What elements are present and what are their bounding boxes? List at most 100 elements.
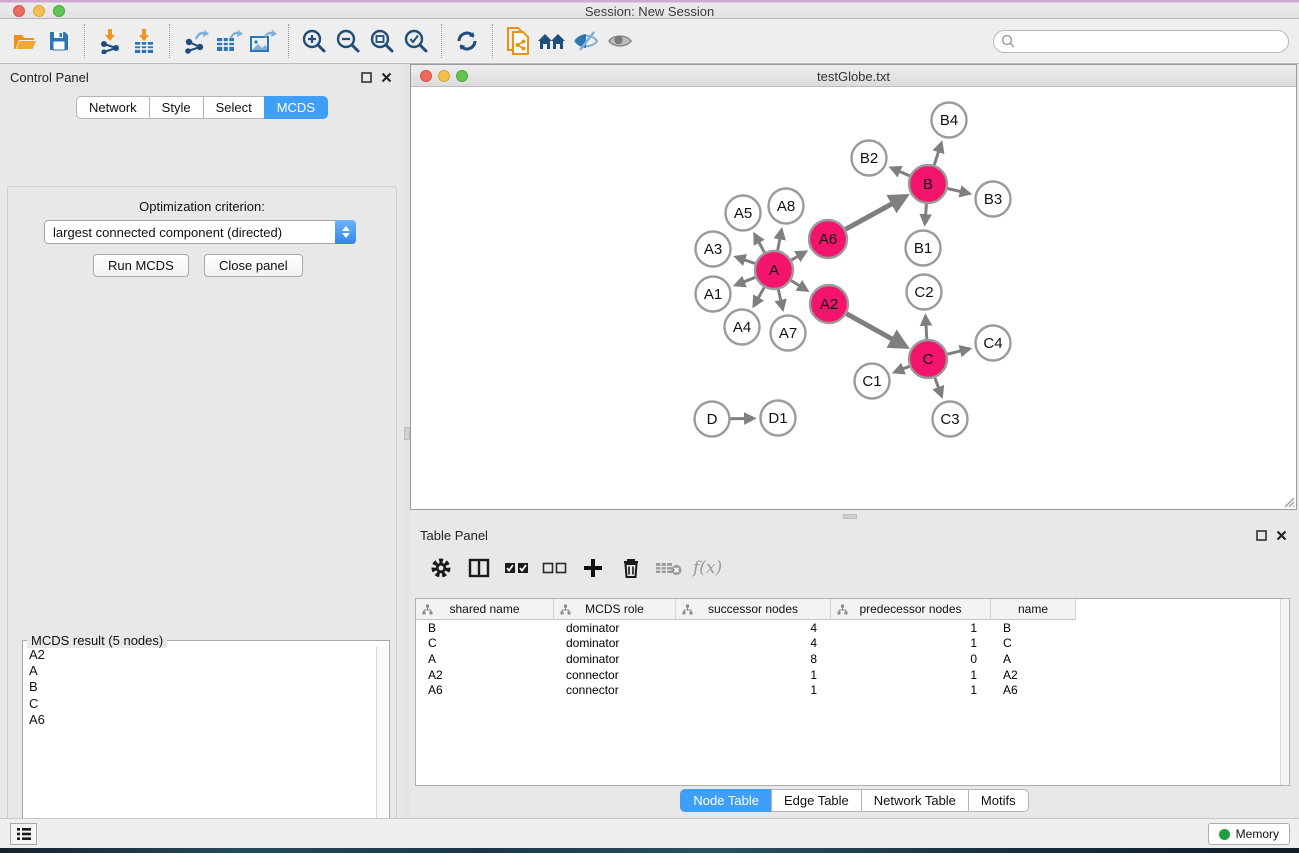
node-A8[interactable]: A8 xyxy=(769,189,804,224)
edge-C-C3[interactable] xyxy=(935,378,942,396)
edge-A-A7[interactable] xyxy=(778,290,782,310)
tab-mcds[interactable]: MCDS xyxy=(264,96,328,119)
node-table-scrollbar[interactable] xyxy=(1280,599,1289,785)
edge-B-B1[interactable] xyxy=(925,204,927,224)
add-column-button[interactable] xyxy=(577,552,609,584)
table-row[interactable]: Bdominator41B xyxy=(416,620,1280,636)
tab-motifs[interactable]: Motifs xyxy=(968,789,1029,812)
edge-B-B2[interactable] xyxy=(891,168,909,176)
edge-A-A3[interactable] xyxy=(736,257,755,264)
edge-C-C4[interactable] xyxy=(947,349,969,354)
close-panel-icon[interactable] xyxy=(378,70,394,84)
tab-edge-table[interactable]: Edge Table xyxy=(771,789,861,812)
open-session-button[interactable] xyxy=(8,25,42,57)
tab-node-table[interactable]: Node Table xyxy=(680,789,771,812)
show-eye-button[interactable] xyxy=(603,25,637,57)
import-network-button[interactable] xyxy=(93,25,127,57)
search-box[interactable] xyxy=(993,30,1289,53)
node-B3[interactable]: B3 xyxy=(976,182,1011,217)
node-B2[interactable]: B2 xyxy=(852,141,887,176)
table-row[interactable]: Cdominator41C xyxy=(416,636,1280,652)
close-table-panel-icon[interactable] xyxy=(1273,528,1289,542)
refresh-button[interactable] xyxy=(450,25,484,57)
select-all-button[interactable] xyxy=(501,552,533,584)
node-A7[interactable]: A7 xyxy=(771,316,806,351)
close-panel-button[interactable]: Close panel xyxy=(204,254,303,277)
edge-A-A8[interactable] xyxy=(778,230,782,250)
node-A3[interactable]: A3 xyxy=(696,232,731,267)
zoom-fit-button[interactable] xyxy=(365,25,399,57)
hide-eye-button[interactable] xyxy=(569,25,603,57)
column-header-successor-nodes[interactable]: successor nodes xyxy=(676,599,831,620)
edge-A-A4[interactable] xyxy=(754,287,764,305)
table-row[interactable]: A2connector11A2 xyxy=(416,667,1280,683)
delete-table-button[interactable] xyxy=(653,552,685,584)
table-row[interactable]: A6connector11A6 xyxy=(416,682,1280,698)
edge-B-B4[interactable] xyxy=(934,143,941,165)
tab-style[interactable]: Style xyxy=(149,96,203,119)
mcds-result-item[interactable]: A2 xyxy=(24,647,376,663)
horizontal-splitter-grip[interactable] xyxy=(843,514,857,519)
criterion-dropdown[interactable]: largest connected component (directed) xyxy=(44,220,356,244)
delete-button[interactable] xyxy=(615,552,647,584)
node-A4[interactable]: A4 xyxy=(725,310,760,345)
edge-B-B3[interactable] xyxy=(947,188,969,193)
node-A[interactable]: A xyxy=(755,251,793,289)
float-table-panel-icon[interactable] xyxy=(1253,528,1269,542)
node-C[interactable]: C xyxy=(909,340,947,378)
export-table-button[interactable] xyxy=(212,25,246,57)
export-network-button[interactable] xyxy=(178,25,212,57)
node-A2[interactable]: A2 xyxy=(810,285,848,323)
network-document-button[interactable] xyxy=(501,25,535,57)
zoom-in-button[interactable] xyxy=(297,25,331,57)
edge-C-C1[interactable] xyxy=(895,366,910,372)
export-image-button[interactable] xyxy=(246,25,280,57)
edge-A2-C[interactable] xyxy=(846,314,905,347)
columns-button[interactable] xyxy=(463,552,495,584)
function-builder-button[interactable]: f(x) xyxy=(691,558,722,578)
node-D1[interactable]: D1 xyxy=(761,401,796,436)
node-A1[interactable]: A1 xyxy=(696,277,731,312)
node-C4[interactable]: C4 xyxy=(976,326,1011,361)
node-B[interactable]: B xyxy=(909,165,947,203)
window-resize-grip[interactable] xyxy=(1280,493,1295,508)
mcds-result-item[interactable]: B xyxy=(24,679,376,695)
save-session-button[interactable] xyxy=(42,25,76,57)
node-A6[interactable]: A6 xyxy=(809,220,847,258)
tab-network[interactable]: Network xyxy=(76,96,149,119)
edge-C-C2[interactable] xyxy=(925,316,926,339)
edge-A-A1[interactable] xyxy=(736,277,756,285)
edge-A-A2[interactable] xyxy=(791,281,807,291)
node-B1[interactable]: B1 xyxy=(906,231,941,266)
home-layout-button[interactable] xyxy=(535,25,569,57)
column-header-MCDS-role[interactable]: MCDS role xyxy=(554,599,676,620)
gear-button[interactable] xyxy=(425,552,457,584)
edge-A6-B[interactable] xyxy=(846,197,906,230)
tab-select[interactable]: Select xyxy=(203,96,264,119)
node-C3[interactable]: C3 xyxy=(933,402,968,437)
mcds-result-item[interactable]: A xyxy=(24,663,376,679)
edge-A-A6[interactable] xyxy=(791,252,805,260)
deselect-all-button[interactable] xyxy=(539,552,571,584)
import-table-button[interactable] xyxy=(127,25,161,57)
node-D[interactable]: D xyxy=(695,402,730,437)
float-panel-icon[interactable] xyxy=(358,70,374,84)
node-B4[interactable]: B4 xyxy=(932,103,967,138)
mcds-result-item[interactable]: C xyxy=(24,696,376,712)
column-header-shared-name[interactable]: shared name xyxy=(416,599,554,620)
node-C1[interactable]: C1 xyxy=(855,364,890,399)
run-mcds-button[interactable]: Run MCDS xyxy=(93,254,189,277)
zoom-out-button[interactable] xyxy=(331,25,365,57)
node-C2[interactable]: C2 xyxy=(907,275,942,310)
network-canvas[interactable]: B4 B2 B B3 A8A5 A6 A3 B1 A C2 A1 A2 A4 A7 C4 C C1 C3 D D1 xyxy=(411,87,1296,509)
zoom-selected-button[interactable] xyxy=(399,25,433,57)
mcds-result-item[interactable]: A6 xyxy=(24,712,376,728)
task-history-button[interactable] xyxy=(10,823,37,845)
memory-button[interactable]: Memory xyxy=(1208,823,1290,845)
column-header-name[interactable]: name xyxy=(991,599,1076,620)
column-header-predecessor-nodes[interactable]: predecessor nodes xyxy=(831,599,991,620)
edge-A-A5[interactable] xyxy=(755,235,765,253)
table-row[interactable]: Adominator80A xyxy=(416,651,1280,667)
tab-network-table[interactable]: Network Table xyxy=(861,789,968,812)
node-A5[interactable]: A5 xyxy=(726,196,761,231)
